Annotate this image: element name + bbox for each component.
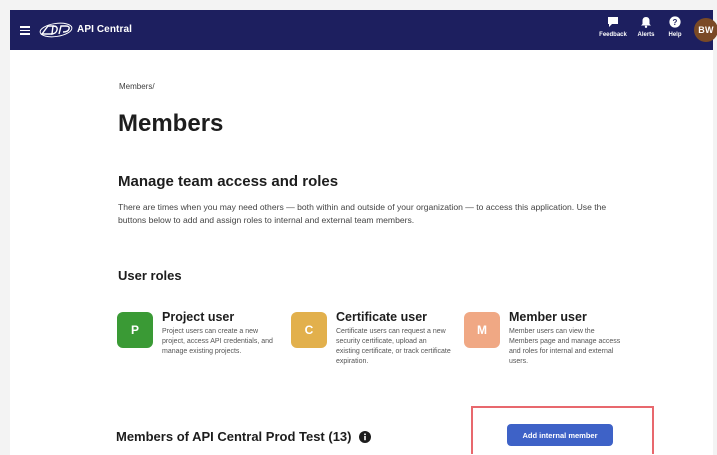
breadcrumb[interactable]: Members/ (119, 82, 155, 91)
alerts-label: Alerts (637, 32, 655, 38)
role-name: Certificate user (336, 310, 428, 324)
role-name: Member user (509, 310, 587, 324)
role-badge-member: M (464, 312, 500, 348)
add-internal-member-button[interactable]: Add internal member (507, 424, 613, 446)
bell-icon (641, 17, 651, 28)
role-description: Project users can create a new project, … (162, 328, 273, 355)
main-content: Members/ Members Manage team access and … (10, 50, 713, 455)
role-description: Member users can view the Members page a… (509, 328, 621, 365)
page-title: Members (118, 110, 224, 137)
top-navigation-bar: API Central Feedback Alerts ? Help BW (10, 10, 717, 50)
manage-access-description: There are times when you may need others… (118, 202, 607, 225)
brand-logo[interactable] (39, 22, 73, 38)
role-description: Certificate users can request a new secu… (336, 328, 451, 365)
help-button[interactable]: ? Help (663, 16, 687, 38)
members-list-heading: Members of API Central Prod Test (13) (116, 429, 372, 444)
avatar[interactable]: BW (694, 18, 717, 42)
role-badge-certificate: C (291, 312, 327, 348)
feedback-button[interactable]: Feedback (596, 16, 630, 38)
members-list-title: Members of API Central Prod Test (13) (116, 429, 352, 444)
menu-icon[interactable] (20, 26, 30, 35)
feedback-label: Feedback (599, 32, 627, 38)
help-label: Help (668, 32, 682, 38)
user-roles-heading: User roles (118, 268, 182, 283)
svg-text:?: ? (673, 18, 678, 27)
help-icon: ? (669, 16, 681, 28)
role-badge-project: P (117, 312, 153, 348)
app-title: API Central (77, 24, 133, 35)
manage-access-heading: Manage team access and roles (118, 173, 339, 190)
role-name: Project user (162, 310, 235, 324)
feedback-icon (608, 17, 618, 27)
info-icon[interactable] (359, 431, 372, 443)
alerts-button[interactable]: Alerts (634, 16, 658, 38)
